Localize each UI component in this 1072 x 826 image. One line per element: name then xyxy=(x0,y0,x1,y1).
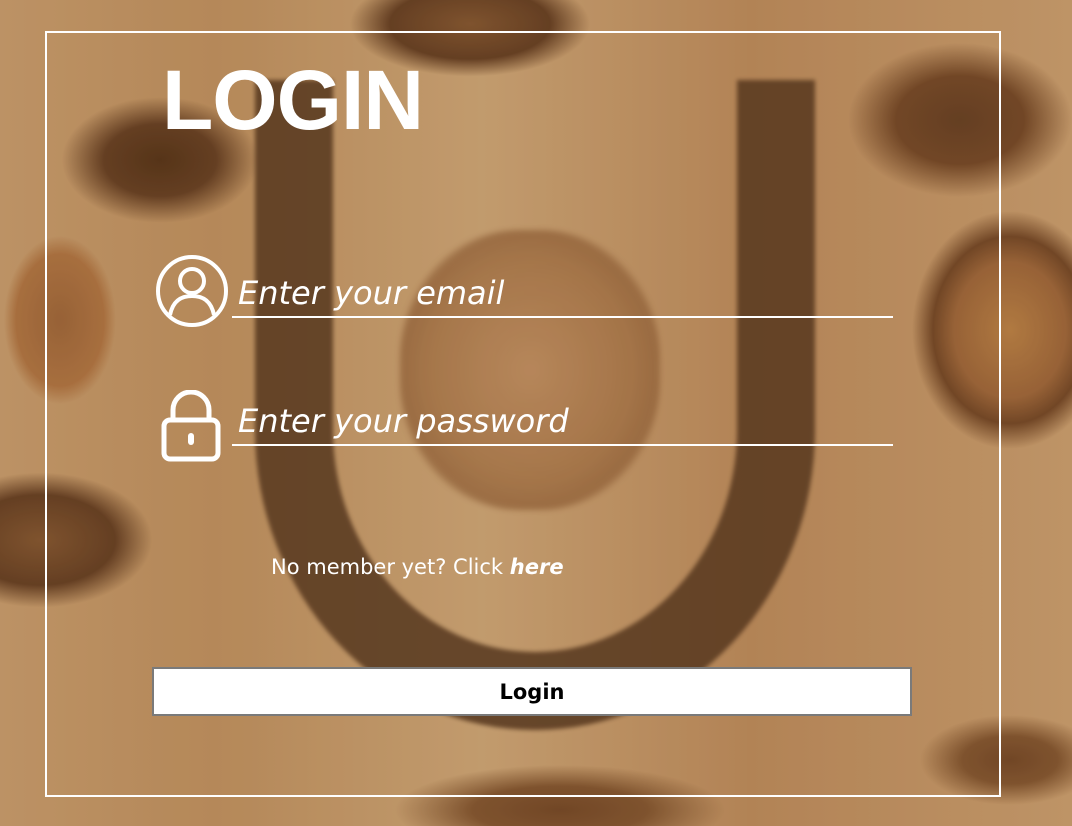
password-input[interactable] xyxy=(232,398,893,444)
signup-prompt: No member yet? Click here xyxy=(271,555,564,579)
signup-link[interactable]: here xyxy=(510,555,564,579)
page-title: LOGIN xyxy=(162,53,424,147)
user-icon xyxy=(156,255,228,327)
lock-icon xyxy=(161,390,221,462)
login-button[interactable]: Login xyxy=(152,667,912,716)
password-field[interactable] xyxy=(232,398,893,446)
email-input[interactable] xyxy=(232,270,893,316)
signup-prompt-text: No member yet? Click xyxy=(271,555,504,579)
email-field[interactable] xyxy=(232,270,893,318)
